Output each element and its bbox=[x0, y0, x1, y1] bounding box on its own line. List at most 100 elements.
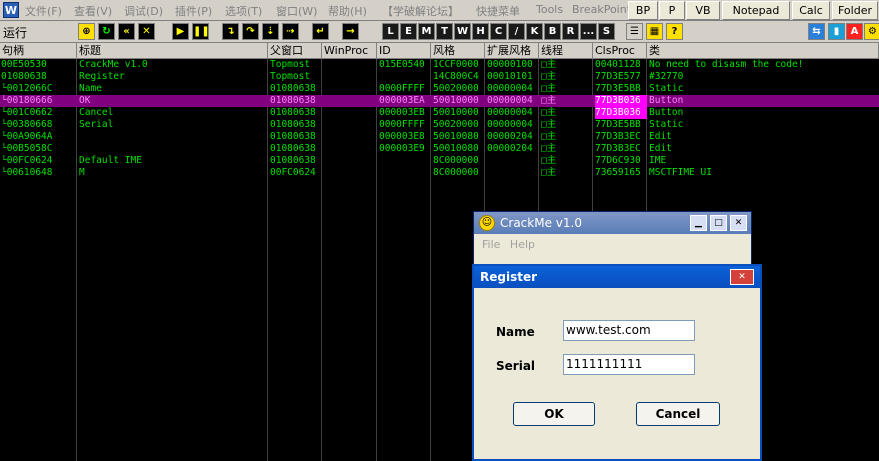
cell-id: 015E0540 bbox=[379, 59, 425, 70]
maximize-icon[interactable]: □ bbox=[710, 215, 727, 231]
cell-handle: 01080638 bbox=[1, 71, 47, 82]
callstack-window-icon[interactable]: K bbox=[526, 23, 543, 40]
col-class[interactable]: 类 bbox=[647, 43, 879, 59]
restart-icon[interactable]: ↻ bbox=[98, 23, 115, 40]
open-icon[interactable]: ⊕ bbox=[78, 23, 95, 40]
patches-window-icon[interactable]: / bbox=[508, 23, 525, 40]
goto-icon[interactable]: → bbox=[342, 23, 359, 40]
table-row[interactable]: └00A9064A 01080638 000003E8 50010080 0000020… bbox=[0, 131, 879, 143]
handles-window-icon[interactable]: H bbox=[472, 23, 489, 40]
folder-button[interactable]: Folder bbox=[832, 1, 878, 20]
cell-clsproc: 77D3E5BB bbox=[595, 119, 641, 130]
source-window-icon[interactable]: S bbox=[598, 23, 615, 40]
cell-id: 000003EA bbox=[379, 95, 425, 106]
col-thread[interactable]: 线程 bbox=[539, 43, 593, 59]
col-id[interactable]: ID bbox=[377, 43, 431, 59]
cell-style: 50020000 bbox=[433, 119, 479, 130]
menu-forum[interactable]: 【学破解论坛】 bbox=[382, 3, 459, 19]
col-winproc[interactable]: WinProc bbox=[322, 43, 377, 59]
minimize-icon[interactable]: ▁ bbox=[690, 215, 707, 231]
cell-style: 8C000000 bbox=[433, 167, 479, 178]
menu-help[interactable]: 帮助(H) bbox=[328, 3, 367, 19]
col-parent[interactable]: 父窗口 bbox=[268, 43, 322, 59]
close-icon[interactable]: ✕ bbox=[730, 215, 747, 231]
table-row[interactable]: └00180666 OK 01080638 000003EA 50010000 00000… bbox=[0, 95, 879, 107]
log-window-icon[interactable]: L bbox=[382, 23, 399, 40]
breakpoints-window-icon[interactable]: B bbox=[544, 23, 561, 40]
crackme-menu-file[interactable]: File bbox=[482, 238, 500, 251]
step-over-icon[interactable]: ↷ bbox=[242, 23, 259, 40]
cpu-window-icon[interactable]: C bbox=[490, 23, 507, 40]
cell-id: 0000FFFF bbox=[379, 119, 425, 130]
name-field[interactable]: www.test.com bbox=[563, 320, 695, 341]
rewind-icon[interactable]: « bbox=[118, 23, 135, 40]
crackme-title: CrackMe v1.0 bbox=[500, 216, 582, 230]
cell-cls: Button bbox=[649, 107, 684, 118]
cell-exstyle: 00000004 bbox=[487, 107, 533, 118]
app-icon[interactable]: W bbox=[3, 2, 19, 18]
table-row[interactable]: 01080638 Register Topmost 14C800C4 00010101 □… bbox=[0, 71, 879, 83]
table-row[interactable]: └0012066C Name 01080638 0000FFFF 50020000 000… bbox=[0, 83, 879, 95]
cell-thread: □主 bbox=[541, 119, 557, 130]
crackme-menu-help[interactable]: Help bbox=[510, 238, 535, 251]
cell-handle: └00180666 bbox=[1, 95, 53, 106]
cell-title: OK bbox=[79, 95, 91, 106]
modules-window-icon[interactable]: E bbox=[400, 23, 417, 40]
menu-debug[interactable]: 调试(D) bbox=[124, 3, 163, 19]
shell-icon[interactable]: ▮ bbox=[828, 23, 845, 40]
step-into-icon[interactable]: ↴ bbox=[222, 23, 239, 40]
a-icon[interactable]: A bbox=[846, 23, 863, 40]
cell-cls: No need to disasm the code! bbox=[649, 59, 804, 70]
trace-into-icon[interactable]: ⇣ bbox=[262, 23, 279, 40]
notepad-button[interactable]: Notepad bbox=[722, 1, 790, 20]
menu-window[interactable]: 窗口(W) bbox=[276, 3, 317, 19]
menu-view[interactable]: 查看(V) bbox=[74, 3, 112, 19]
serial-field[interactable]: 1111111111 bbox=[563, 354, 695, 375]
vb-button[interactable]: VB bbox=[686, 1, 720, 20]
ok-button[interactable]: OK bbox=[513, 402, 595, 426]
cell-parent: 01080638 bbox=[270, 119, 316, 130]
register-titlebar[interactable]: Register bbox=[474, 266, 760, 288]
references-window-icon[interactable]: R bbox=[562, 23, 579, 40]
table-row[interactable]: 00E50530 CrackMe v1.0 Topmost 015E0540 1CCF0… bbox=[0, 59, 879, 71]
menu-tools[interactable]: Tools bbox=[536, 3, 563, 16]
p-button[interactable]: P bbox=[659, 1, 685, 20]
table-row[interactable]: └001C0662 Cancel 01080638 000003EB 50010000 0… bbox=[0, 107, 879, 119]
col-exstyle[interactable]: 扩展风格 bbox=[485, 43, 539, 59]
register-title: Register bbox=[480, 270, 538, 284]
cell-parent: 01080638 bbox=[270, 143, 316, 154]
windows-window-icon[interactable]: W bbox=[454, 23, 471, 40]
run-icon[interactable]: ▶ bbox=[172, 23, 189, 40]
menu-plugins[interactable]: 插件(P) bbox=[175, 3, 212, 19]
menu-options[interactable]: 选项(T) bbox=[225, 3, 262, 19]
list-icon[interactable]: ☰ bbox=[626, 23, 643, 40]
menu-breakpoint[interactable]: BreakPoint bbox=[572, 3, 631, 16]
cell-handle: └00610648 bbox=[1, 167, 53, 178]
table-row[interactable]: └00B5058C 01080638 000003E9 50010080 0000020… bbox=[0, 143, 879, 155]
register-close-icon[interactable]: ✕ bbox=[730, 269, 754, 285]
grid-icon[interactable]: ▦ bbox=[646, 23, 663, 40]
help-icon[interactable]: ? bbox=[666, 23, 683, 40]
trace-over-icon[interactable]: ⇢ bbox=[282, 23, 299, 40]
pause-icon[interactable]: ❚❚ bbox=[192, 23, 210, 40]
calc-button[interactable]: Calc bbox=[792, 1, 830, 20]
refresh-icon[interactable]: ⇆ bbox=[808, 23, 825, 40]
table-row[interactable]: └00380668 Serial 01080638 0000FFFF 50020000 0… bbox=[0, 119, 879, 131]
menu-shortcut[interactable]: 快捷菜单 bbox=[476, 3, 520, 19]
table-row[interactable]: └00FC0624 Default IME 01080638 8C000000 □主 77… bbox=[0, 155, 879, 167]
run-trace-window-icon[interactable]: ... bbox=[580, 23, 597, 40]
close-process-icon[interactable]: ✕ bbox=[138, 23, 155, 40]
memory-window-icon[interactable]: M bbox=[418, 23, 435, 40]
settings-icon[interactable]: ⚙ bbox=[864, 23, 879, 40]
col-title[interactable]: 标题 bbox=[77, 43, 268, 59]
execute-till-return-icon[interactable]: ↵ bbox=[312, 23, 329, 40]
table-row[interactable]: └00610648 M 00FC0624 8C000000 □主 73659165 MSCT… bbox=[0, 167, 879, 179]
threads-window-icon[interactable]: T bbox=[436, 23, 453, 40]
col-handle[interactable]: 句柄 bbox=[0, 43, 77, 59]
col-style[interactable]: 风格 bbox=[431, 43, 485, 59]
col-clsproc[interactable]: ClsProc bbox=[593, 43, 647, 59]
bp-button[interactable]: BP bbox=[628, 1, 658, 20]
cancel-button[interactable]: Cancel bbox=[636, 402, 720, 426]
menu-file[interactable]: 文件(F) bbox=[25, 3, 62, 19]
cell-handle: 00E50530 bbox=[1, 59, 47, 70]
